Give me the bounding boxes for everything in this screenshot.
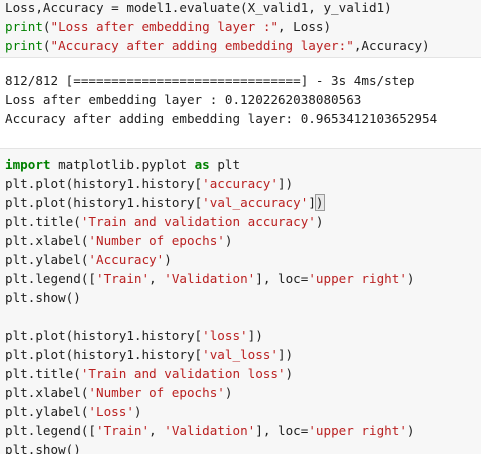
code-token: 'Accuracy': [88, 252, 165, 267]
code-token: ,: [149, 271, 165, 286]
code-token: 'Validation': [164, 271, 256, 286]
code-token: plt.plot(history1.history[: [5, 328, 203, 343]
code-token: (: [42, 19, 51, 34]
code-line[interactable]: plt.title('Train and validation accuracy…: [5, 212, 323, 231]
code-line[interactable]: plt.plot(history1.history['loss']): [5, 326, 263, 345]
code-token: print: [5, 19, 43, 34]
code-token: ): [406, 423, 415, 438]
code-line[interactable]: plt.xlabel('Number of epochs'): [5, 383, 232, 402]
code-line[interactable]: plt.plot(history1.history['accuracy']): [5, 174, 293, 193]
code-token: "Accuracy after adding embedding layer:": [50, 38, 354, 53]
code-cell-evaluate[interactable]: Loss,Accuracy = model1.evaluate(X_valid1…: [0, 0, 481, 58]
code-line[interactable]: plt.ylabel('Accuracy'): [5, 250, 172, 269]
code-token: plt.xlabel(: [5, 385, 89, 400]
code-token: "Loss after embedding layer :": [50, 19, 278, 34]
code-token: plt.xlabel(: [5, 233, 89, 248]
code-token: plt.legend([: [5, 271, 96, 286]
code-token: , Loss): [277, 19, 332, 34]
code-line[interactable]: plt.plot(history1.history['val_accuracy'…: [5, 193, 325, 212]
code-token: 'Number of epochs': [88, 385, 225, 400]
code-token: Loss,Accuracy = model1.evaluate(X_valid1…: [5, 0, 392, 15]
code-line[interactable]: print("Loss after embedding layer :", Lo…: [5, 17, 331, 36]
code-token: 'val_accuracy': [202, 195, 309, 210]
code-token: 'upper right': [308, 271, 407, 286]
code-token: 'val_loss': [202, 347, 278, 362]
code-token: plt: [209, 157, 241, 172]
code-token: 'loss': [202, 328, 248, 343]
code-token: ): [224, 385, 233, 400]
code-token: plt.plot(history1.history[: [5, 347, 203, 362]
code-token: as: [194, 157, 210, 172]
code-line[interactable]: plt.legend(['Train', 'Validation'], loc=…: [5, 421, 415, 440]
code-token: 'Train and validation accuracy': [80, 214, 316, 229]
code-line[interactable]: plt.show(): [5, 288, 81, 307]
code-token: plt.plot(history1.history[: [5, 176, 203, 191]
code-line[interactable]: plt.xlabel('Number of epochs'): [5, 231, 232, 250]
code-token: plt.ylabel(: [5, 404, 89, 419]
cell-output: 812/812 [==============================]…: [0, 68, 481, 130]
code-line[interactable]: plt.ylabel('Loss'): [5, 402, 142, 421]
code-token: ): [315, 214, 324, 229]
code-token: plt.plot(: [5, 195, 74, 210]
text-cursor: [323, 195, 325, 209]
code-token: matplotlib.pyplot: [50, 157, 195, 172]
code-line[interactable]: plt.title('Train and validation loss'): [5, 364, 293, 383]
code-token: ): [224, 233, 233, 248]
code-token: 'upper right': [308, 423, 407, 438]
code-token: (: [42, 38, 51, 53]
code-token: history1.history[: [73, 195, 203, 210]
code-token: 'Train and validation loss': [80, 366, 286, 381]
code-token: 'accuracy': [202, 176, 278, 191]
code-token: ): [406, 271, 415, 286]
code-token: ,: [149, 423, 165, 438]
code-token: plt.show(): [5, 442, 81, 454]
code-line[interactable]: plt.show(): [5, 440, 81, 454]
code-token: plt.show(): [5, 290, 81, 305]
code-cell-plot[interactable]: import matplotlib.pyplot as plt plt.plot(…: [0, 148, 481, 454]
code-token: plt.title(: [5, 366, 81, 381]
code-line[interactable]: print("Accuracy after adding embedding l…: [5, 36, 430, 55]
output-progress-line: 812/812 [==============================]…: [5, 73, 415, 88]
code-line[interactable]: plt.plot(history1.history['val_loss']): [5, 345, 293, 364]
code-token: 'Loss': [88, 404, 134, 419]
code-token: 'Validation': [164, 423, 256, 438]
code-token: ]): [277, 176, 294, 191]
code-token: ], loc=: [255, 423, 309, 438]
code-token: ,Accuracy): [353, 38, 430, 53]
code-token: ]: [308, 195, 316, 210]
code-token: 'Train': [96, 271, 150, 286]
code-token: plt.legend([: [5, 423, 96, 438]
code-line[interactable]: plt.legend(['Train', 'Validation'], loc=…: [5, 269, 415, 288]
code-token: ): [133, 404, 142, 419]
code-line[interactable]: import matplotlib.pyplot as plt: [5, 155, 240, 174]
code-token: 'Number of epochs': [88, 233, 225, 248]
code-token: print: [5, 38, 43, 53]
code-token: ): [285, 366, 294, 381]
code-token: ]): [277, 347, 294, 362]
code-token: 'Train': [96, 423, 150, 438]
output-loss-line: Loss after embedding layer : 0.120226203…: [5, 92, 362, 107]
output-accuracy-line: Accuracy after adding embedding layer: 0…: [5, 111, 438, 126]
code-token: ]): [247, 328, 263, 343]
code-token: plt.ylabel(: [5, 252, 89, 267]
code-line[interactable]: Loss,Accuracy = model1.evaluate(X_valid1…: [5, 0, 392, 17]
code-token: ], loc=: [255, 271, 309, 286]
matched-bracket: ): [314, 194, 325, 211]
code-token: plt.title(: [5, 214, 81, 229]
code-token: import: [5, 157, 51, 172]
code-token: ): [164, 252, 172, 267]
